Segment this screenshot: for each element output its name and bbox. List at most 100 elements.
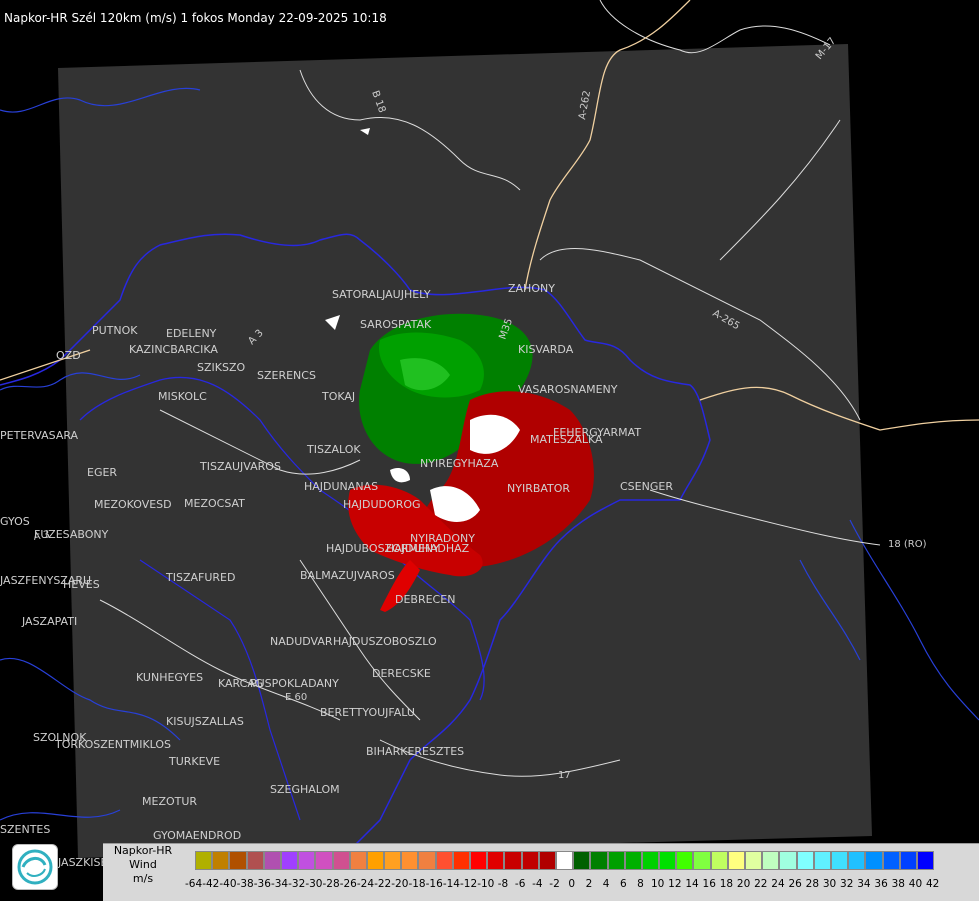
city-label: EGER — [87, 466, 117, 479]
road-label: E 60 — [285, 692, 307, 703]
legend-tick: -40 — [219, 878, 237, 890]
radar-map: SATORALJAUJHELY SAROSPATAK ZAHONY PUTNOK… — [0, 0, 979, 900]
legend-tick: -34 — [270, 878, 289, 890]
legend-product: Napkor-HR — [113, 844, 173, 857]
legend-swatch — [659, 851, 677, 870]
legend-tick: -10 — [477, 878, 495, 890]
city-label: BALMAZUJVAROS — [300, 569, 395, 582]
legend-swatch — [401, 851, 419, 870]
legend-swatch — [848, 851, 866, 870]
city-label: HAJDUDOROG — [343, 498, 421, 511]
legend-tick: -30 — [305, 878, 323, 890]
legend-tick: -26 — [339, 878, 357, 890]
city-label: KISUJSZALLAS — [166, 715, 244, 728]
legend-tick: 0 — [568, 878, 576, 890]
legend-swatch — [470, 851, 488, 870]
legend-tick: -20 — [391, 878, 409, 890]
city-label: NADUDVAR — [270, 635, 333, 648]
legend-swatch — [830, 851, 849, 870]
legend-swatch — [452, 851, 470, 870]
legend-tick: -22 — [374, 878, 392, 890]
legend-swatch — [745, 851, 763, 870]
city-label: TOKAJ — [321, 390, 355, 403]
legend-tick: 36 — [874, 878, 888, 890]
city-label: GYOS — [0, 515, 30, 528]
legend-swatch — [487, 851, 505, 870]
legend-swatch — [779, 851, 797, 870]
legend-tick: 6 — [619, 878, 627, 890]
city-label: TORKOSZENTMIKLOS — [54, 738, 171, 751]
legend-swatch — [435, 851, 453, 870]
legend-swatch — [710, 851, 728, 870]
legend-quantity: Wind — [129, 858, 157, 871]
legend-swatch — [641, 851, 660, 870]
legend-tick: -8 — [497, 878, 509, 890]
legend-tick: 24 — [771, 878, 785, 890]
road-label: 18 (RO) — [888, 539, 927, 550]
legend-swatch — [280, 851, 299, 870]
city-label: BIHARKERESZTES — [366, 745, 464, 758]
city-label: SAROSPATAK — [360, 318, 432, 331]
legend-swatch — [899, 851, 917, 870]
city-label: DERECSKE — [372, 667, 431, 680]
legend-swatch — [332, 851, 350, 870]
city-label: DEBRECEN — [395, 593, 455, 606]
city-label: MEZOCSAT — [184, 497, 245, 510]
legend-swatch — [418, 851, 436, 870]
city-label: NYIREGYHAZA — [420, 457, 499, 470]
city-label: ZAHONY — [508, 282, 555, 295]
legend-swatch — [538, 851, 556, 870]
legend-label: Napkor-HR Wind m/s — [103, 844, 183, 886]
road-label: 17 — [558, 770, 571, 781]
logo-icon — [12, 844, 58, 890]
city-label: MEZOKOVESD — [94, 498, 172, 511]
legend-tick: 8 — [637, 878, 644, 890]
legend-tick: -2 — [549, 878, 560, 890]
legend-swatch — [916, 851, 935, 870]
legend-swatch — [521, 851, 539, 870]
legend-swatch — [727, 851, 745, 870]
legend-swatch — [573, 851, 591, 870]
city-label: TISZAUJVAROS — [199, 460, 281, 473]
city-label: TURKEVE — [168, 755, 220, 768]
city-label: PETERVASARA — [0, 429, 79, 442]
legend-tick: 32 — [840, 878, 854, 890]
city-label: KAZINCBARCIKA — [129, 343, 218, 356]
legend-swatch — [624, 851, 642, 870]
legend-tick: 42 — [925, 878, 940, 890]
legend-tick: 2 — [585, 878, 593, 890]
legend-swatch — [813, 851, 831, 870]
legend-tick: -18 — [408, 878, 426, 890]
legend-tick: 30 — [822, 878, 837, 890]
legend-swatch — [298, 851, 316, 870]
legend-tick: 28 — [805, 878, 820, 890]
legend-swatch — [195, 851, 213, 870]
legend-tick: -6 — [514, 878, 526, 890]
legend-swatch — [212, 851, 230, 870]
city-label: VASAROSNAMENY — [518, 383, 618, 396]
city-label: NYIRBATOR — [507, 482, 570, 495]
legend-swatch — [796, 851, 814, 870]
city-label: HAJDUSZOBOSZLO — [333, 635, 437, 648]
city-label: BERETTYOUJFALU — [320, 706, 415, 719]
city-label: SZENTES — [0, 823, 50, 836]
legend-swatch — [865, 851, 883, 870]
legend-tick: 40 — [908, 878, 923, 890]
map-title: Napkor-HR Szél 120km (m/s) 1 fokos Monda… — [4, 11, 387, 25]
legend-swatch — [384, 851, 402, 870]
color-legend: Napkor-HR Wind m/s -64 -42 -40 -38 -36 -34 -32… — [103, 843, 979, 901]
legend-tick: -64 — [185, 878, 203, 890]
city-label: EDELENY — [166, 327, 217, 340]
city-label: SATORALJAUJHELY — [332, 288, 431, 301]
legend-tick: -24 — [356, 878, 375, 890]
city-label: CSENGER — [620, 480, 673, 493]
legend-tick: -16 — [425, 878, 443, 890]
city-label: GYOMAENDROD — [153, 829, 241, 842]
legend-swatch — [762, 851, 780, 870]
legend-swatch — [607, 851, 625, 870]
legend-ticks: -64 -42 -40 -38 -36 -34 -32 -30 -28 -26 -24 -22 -20-… — [185, 878, 941, 890]
legend-tick: 38 — [891, 878, 905, 890]
legend-swatch — [693, 851, 711, 870]
legend-tick: 12 — [668, 878, 682, 890]
city-label: HAJDUNANAS — [304, 480, 378, 493]
